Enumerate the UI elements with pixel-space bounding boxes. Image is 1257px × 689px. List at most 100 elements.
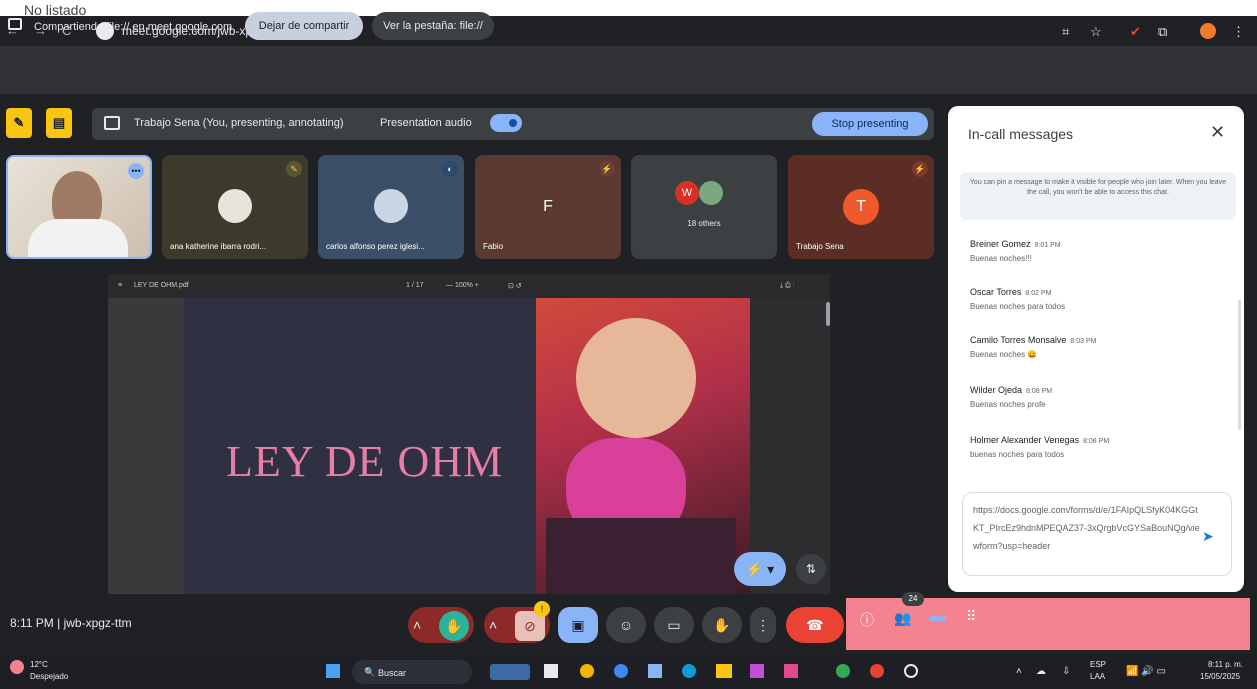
chat-message: Breiner Gomez 8:01 PM: [970, 234, 1061, 252]
weather-condition[interactable]: Despejado: [30, 672, 68, 681]
chrome-icon[interactable]: [836, 664, 850, 678]
chrome-icon[interactable]: [580, 664, 594, 678]
toggle-knob: [506, 116, 520, 130]
stop-presenting-button[interactable]: Stop presenting: [812, 112, 928, 136]
chat-icon[interactable]: ▬: [930, 608, 946, 626]
edge-icon[interactable]: [682, 664, 696, 678]
weather-temp[interactable]: 12°C: [30, 660, 48, 669]
swap-layout-icon[interactable]: ⇅: [796, 554, 826, 584]
view-tab-button[interactable]: Ver la pestaña: file://: [372, 12, 494, 40]
reaction-lightning-button[interactable]: ⚡ ▾: [734, 552, 786, 586]
participant-tile[interactable]: ⚡ T Trabajo Sena: [788, 155, 934, 259]
avatar: [699, 181, 723, 205]
participant-name: Trabajo Sena: [796, 242, 844, 251]
people-icon[interactable]: 👥: [894, 610, 911, 627]
message-time: 8:08 PM: [1083, 438, 1110, 445]
more-options-button[interactable]: ⋮: [750, 607, 776, 643]
close-icon[interactable]: ✕: [1210, 122, 1225, 143]
tray-usb-icon[interactable]: ⇩: [1062, 666, 1070, 677]
taskbar-search-label[interactable]: Buscar: [378, 668, 406, 678]
chat-message: Camilo Torres Monsalve 8:03 PM: [970, 330, 1096, 348]
message-sender: Camilo Torres Monsalve: [970, 335, 1067, 345]
annotation-panel-button[interactable]: ▤: [46, 108, 72, 138]
zoom-controls[interactable]: — 100% +: [446, 282, 479, 289]
profile-avatar[interactable]: [1200, 23, 1216, 39]
annotation-tool-button[interactable]: ✎: [6, 108, 32, 138]
activities-grid-icon[interactable]: ⠿: [966, 608, 976, 625]
stop-sharing-button[interactable]: Dejar de compartir: [245, 12, 363, 40]
tray-app-icon[interactable]: ☁: [1036, 666, 1046, 677]
muted-mic-icon: ◐: [442, 161, 458, 177]
self-video-tile[interactable]: •••: [6, 155, 152, 259]
captions-button[interactable]: ▭: [654, 607, 694, 643]
message-text: Buenas noches profe: [970, 400, 1046, 409]
message-text: buenas noches para todos: [970, 450, 1065, 459]
slide-portrait-image: [536, 298, 750, 594]
taskbar-app-icon[interactable]: [544, 664, 558, 678]
participant-name: Fabio: [483, 242, 504, 251]
pdf-page-indicator[interactable]: 1 / 17: [406, 282, 424, 289]
send-icon[interactable]: ➤: [1202, 528, 1214, 545]
chrome-icon[interactable]: [904, 664, 918, 678]
muted-mic-icon: ⚡: [912, 161, 928, 177]
weather-icon[interactable]: [10, 660, 24, 674]
participant-tile[interactable]: ⚡ F Fabio: [475, 155, 621, 259]
bookmark-star-icon[interactable]: ☆: [1090, 24, 1102, 40]
message-sender: Oscar Torres: [970, 287, 1022, 297]
chat-panel-title: In-call messages: [968, 126, 1074, 142]
presentation-title: Trabajo Sena (You, presenting, annotatin…: [134, 117, 344, 129]
input-layout[interactable]: LAA: [1090, 672, 1105, 681]
taskbar-app-icon[interactable]: [750, 664, 764, 678]
chat-message: Wilder Ojeda 8:08 PM: [970, 380, 1052, 398]
clock-date[interactable]: 15/05/2025: [1200, 672, 1240, 681]
avatar: T: [843, 189, 879, 225]
chevron-up-icon[interactable]: ˄: [489, 617, 497, 633]
pin-message-note: You can pin a message to make it visible…: [960, 172, 1236, 220]
fit-page-icon[interactable]: ⊡ ↺: [508, 282, 522, 290]
chrome-icon[interactable]: [870, 664, 884, 678]
portrait-coat: [546, 518, 736, 594]
participant-name: carlos alfonso perez iglesi...: [326, 242, 425, 251]
taskbar-app-icon[interactable]: [490, 664, 530, 680]
windows-start-icon[interactable]: [326, 664, 340, 678]
slide-title: LEY DE OHM: [226, 437, 504, 486]
meeting-info-icon[interactable]: ⓘ: [860, 610, 874, 630]
taskbar-app-icon[interactable]: [648, 664, 662, 678]
pdf-menu-icon[interactable]: ≡: [118, 282, 122, 289]
extensions-icon[interactable]: ⧉: [1158, 24, 1167, 40]
download-print-icons[interactable]: ⤓ ⎙ ⋮: [780, 282, 794, 290]
tray-chevron-icon[interactable]: ˄: [1016, 666, 1022, 677]
input-language[interactable]: ESP: [1090, 660, 1106, 669]
chevron-up-icon[interactable]: ˄: [413, 617, 421, 633]
file-explorer-icon[interactable]: [716, 664, 732, 678]
participant-tile[interactable]: ✎ ana katherine ibarra rodri...: [162, 155, 308, 259]
raise-hand-button[interactable]: ✋: [702, 607, 742, 643]
message-text: Buenas noches!!!: [970, 254, 1032, 263]
portrait-face: [576, 318, 696, 438]
more-options-icon[interactable]: •••: [128, 163, 144, 179]
extension-check-icon[interactable]: ✔: [1130, 24, 1141, 40]
wifi-volume-battery-icons[interactable]: 📶 🔊 ▭: [1126, 666, 1166, 677]
menu-kebab-icon[interactable]: ⋮: [1232, 24, 1245, 40]
chat-scrollbar[interactable]: [1238, 300, 1241, 430]
message-time: 8:02 PM: [1025, 290, 1052, 297]
emoji-reaction-button[interactable]: ☺: [606, 607, 646, 643]
chat-message-input[interactable]: https://docs.google.com/forms/d/e/1FAIpQ…: [962, 492, 1232, 576]
pdf-sidebar: [108, 298, 184, 594]
present-screen-button[interactable]: ▣: [558, 607, 598, 643]
leave-call-button[interactable]: ☎: [786, 607, 844, 643]
mic-icon[interactable]: ✋: [439, 611, 470, 642]
avatar: [218, 189, 252, 223]
others-tile[interactable]: W 18 others: [631, 155, 777, 259]
message-time: 8:01 PM: [1034, 242, 1061, 249]
pdf-scrollbar[interactable]: [826, 302, 830, 326]
message-text: Buenas noches 😀: [970, 350, 1038, 359]
mic-control[interactable]: ˄ ✋: [408, 607, 474, 643]
participant-tile[interactable]: ◐ carlos alfonso perez iglesi...: [318, 155, 464, 259]
search-icon[interactable]: 🔍: [364, 667, 375, 678]
taskbar-app-icon[interactable]: [614, 664, 628, 678]
translate-icon[interactable]: ⌗: [1062, 24, 1069, 40]
sharing-status-text: Compartiendo file:// en meet.google.com: [34, 21, 233, 33]
taskbar-app-icon[interactable]: [784, 664, 798, 678]
clock-time[interactable]: 8:11 p. m.: [1208, 660, 1243, 669]
